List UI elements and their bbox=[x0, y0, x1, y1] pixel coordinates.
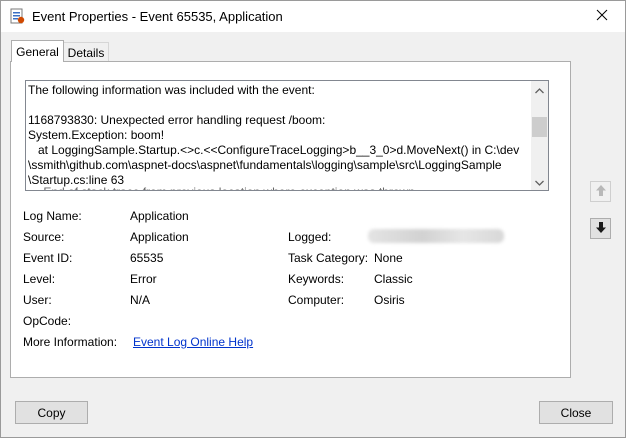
copy-button[interactable]: Copy bbox=[15, 401, 88, 424]
window-close-button[interactable] bbox=[579, 1, 625, 32]
event-properties-window: Event Properties - Event 65535, Applicat… bbox=[0, 0, 626, 438]
title-bar: Event Properties - Event 65535, Applicat… bbox=[1, 1, 625, 32]
logged-value-redacted bbox=[368, 229, 504, 243]
description-partial-line: --- End of stack trace from previous loc… bbox=[28, 185, 528, 190]
description-line bbox=[28, 98, 528, 113]
chevron-up-icon bbox=[535, 83, 544, 97]
next-event-button[interactable] bbox=[590, 218, 611, 239]
description-line: at LoggingSample.Startup.<>c.<<Configure… bbox=[28, 143, 520, 157]
event-description-textbox[interactable]: The following information was included w… bbox=[25, 80, 549, 191]
description-line: System.Exception: boom! bbox=[28, 128, 165, 142]
scroll-up-button[interactable] bbox=[531, 81, 548, 98]
keywords-value: Classic bbox=[374, 272, 413, 286]
close-icon bbox=[596, 9, 608, 24]
log-name-value: Application bbox=[130, 209, 189, 223]
tab-details-label: Details bbox=[67, 45, 105, 60]
close-button[interactable]: Close bbox=[539, 401, 613, 424]
previous-event-button[interactable] bbox=[590, 181, 611, 202]
scroll-down-button[interactable] bbox=[531, 173, 548, 190]
description-scrollbar[interactable] bbox=[531, 81, 548, 190]
event-log-online-help-link[interactable]: Event Log Online Help bbox=[133, 335, 253, 349]
event-viewer-icon bbox=[9, 8, 25, 24]
computer-label: Computer: bbox=[288, 293, 345, 307]
more-information-label: More Information: bbox=[23, 335, 118, 349]
arrow-up-icon bbox=[595, 184, 607, 200]
tab-details[interactable]: Details bbox=[64, 42, 109, 62]
window-title: Event Properties - Event 65535, Applicat… bbox=[32, 9, 283, 24]
description-line: The following information was included w… bbox=[28, 83, 315, 97]
chevron-down-icon bbox=[535, 175, 544, 189]
description-line: 1168793830: Unexpected error handling re… bbox=[28, 113, 326, 127]
task-category-label: Task Category: bbox=[288, 251, 369, 265]
keywords-label: Keywords: bbox=[288, 272, 345, 286]
copy-button-label: Copy bbox=[37, 405, 66, 420]
user-label: User: bbox=[23, 293, 52, 307]
arrow-down-icon bbox=[595, 221, 607, 237]
scroll-thumb[interactable] bbox=[532, 117, 547, 137]
logged-label: Logged: bbox=[288, 230, 332, 244]
description-line: \ssmith\github.com\aspnet-docs\aspnet\fu… bbox=[28, 158, 502, 172]
event-id-value: 65535 bbox=[130, 251, 164, 265]
event-description-text: The following information was included w… bbox=[28, 83, 528, 188]
source-label: Source: bbox=[23, 230, 65, 244]
close-button-label: Close bbox=[560, 405, 592, 420]
user-value: N/A bbox=[130, 293, 151, 307]
tab-general[interactable]: General bbox=[11, 40, 64, 62]
task-category-value: None bbox=[374, 251, 403, 265]
tab-general-label: General bbox=[16, 44, 59, 59]
source-value: Application bbox=[130, 230, 189, 244]
event-id-label: Event ID: bbox=[23, 251, 73, 265]
opcode-label: OpCode: bbox=[23, 314, 72, 328]
level-label: Level: bbox=[23, 272, 56, 286]
log-name-label: Log Name: bbox=[23, 209, 82, 223]
level-value: Error bbox=[130, 272, 157, 286]
computer-value: Osiris bbox=[374, 293, 405, 307]
